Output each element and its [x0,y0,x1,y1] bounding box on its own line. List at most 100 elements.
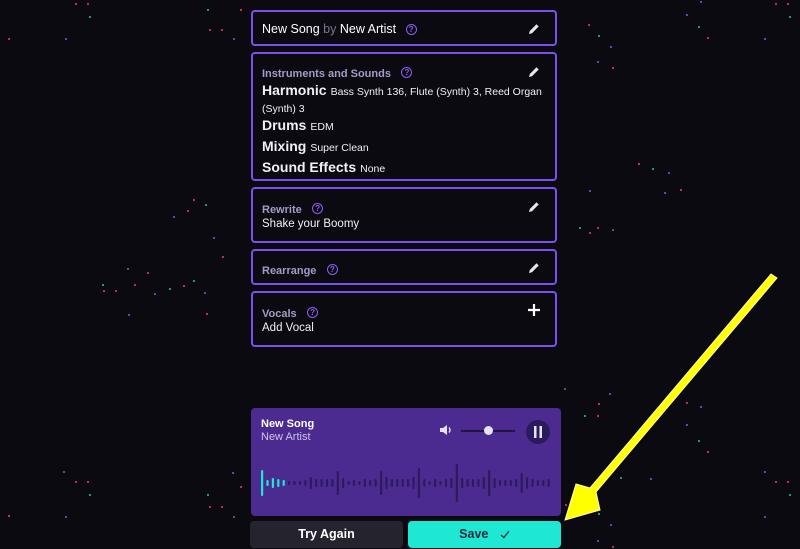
background-dot [707,37,709,39]
pause-button[interactable] [526,420,550,444]
speaker-icon[interactable] [439,424,453,436]
waveform-bar [342,478,345,488]
player-artist: New Artist [261,431,311,443]
save-label: Save [459,527,489,541]
waveform-bar [390,479,393,487]
background-dot [8,38,10,40]
question-circle-icon[interactable]: ? [312,203,324,215]
waveform-bar [288,481,291,485]
waveform-bar [325,479,329,487]
pencil-icon[interactable] [527,22,541,36]
waveform-bar [412,477,415,489]
row-label: Mixing [262,138,307,154]
waveform-bar [358,481,361,485]
waveform-bar [526,477,529,489]
player-song-title: New Song [261,418,315,430]
waveform-bar [504,480,507,486]
waveform-bar [380,471,383,495]
background-dot [698,26,700,28]
background-dot [127,268,129,270]
background-dot [233,516,235,518]
question-circle-icon[interactable]: ? [401,67,413,79]
background-dot [787,481,789,483]
waveform-bar [407,479,410,487]
instrument-row-harmonic: Harmonic Bass Synth 136, Flute (Synth) 3,… [262,81,552,102]
background-dot [222,256,224,258]
background-dot [209,506,211,508]
waveform-bar [363,479,366,487]
background-dot [87,481,89,483]
background-dot [612,546,614,548]
background-dot [638,163,640,165]
checkmark-icon [500,530,510,539]
question-circle-icon[interactable]: ? [405,24,417,36]
background-dot [173,216,175,218]
waveform-bar [493,478,496,488]
song-title: New Song [262,22,320,36]
waveform-bar [542,480,545,486]
background-dot [207,9,209,11]
background-dot [115,290,117,292]
background-dot [700,1,702,3]
waveform-bar [509,480,512,486]
waveform-bar [266,480,269,486]
instruments-title: Instruments and Sounds [262,68,391,80]
waveform-bar [471,479,475,487]
by-label: by [323,22,337,36]
waveform-bar [461,478,464,488]
background-dot [789,16,791,18]
background-dot [154,293,156,295]
waveform-bar [466,479,469,487]
pencil-icon[interactable] [527,65,541,79]
rewrite-card[interactable]: Rewrite ? Shake your Boomy [251,187,557,243]
background-dot [664,192,666,194]
background-dot [65,38,67,40]
waveform-bar [520,473,523,493]
waveform-bar [347,481,350,485]
try-again-button[interactable]: Try Again [250,521,403,548]
add-vocal-link[interactable]: Add Vocal [262,322,314,334]
background-dot [597,540,599,542]
instrument-row-harmonic-cont: (Synth) 3 [262,102,552,116]
question-circle-icon[interactable]: ? [326,264,338,276]
waveform-bar [271,478,274,488]
background-dot [193,199,195,201]
row-label: Drums [262,117,307,133]
row-value: Bass Synth 136, Flute (Synth) 3, Reed Or… [330,86,542,98]
waveform-bar [450,478,453,488]
pencil-icon[interactable] [527,200,541,214]
waveform-bar [515,479,518,487]
waveform-bar [396,479,399,487]
background-dot [65,516,67,518]
waveform-bar [439,481,442,485]
waveform-bar [547,479,550,487]
background-dot [787,3,789,5]
background-dot [206,313,208,315]
waveform-bar [423,479,426,487]
background-dot [87,3,89,5]
vocals-card[interactable]: Vocals ? Add Vocal [251,291,557,347]
waveform-bar [477,479,480,487]
save-button[interactable]: Save [408,521,561,548]
instrument-row-sound-effects: Sound Effects None [262,158,552,179]
pencil-icon[interactable] [527,261,541,275]
background-dot [75,3,77,5]
volume-slider-thumb[interactable] [483,426,493,435]
background-dot [128,314,130,316]
question-circle-icon[interactable]: ? [307,307,319,319]
background-dot [75,481,77,483]
rewrite-header: Rewrite ? [262,200,324,218]
waveform-scrubber[interactable] [261,458,553,508]
rearrange-card[interactable]: Rearrange ? [251,249,557,285]
background-dot [686,14,688,16]
row-label: Harmonic [262,82,327,98]
background-dot [610,46,612,48]
plus-icon[interactable] [527,303,541,317]
background-dot [204,292,206,294]
song-title-card[interactable]: New Song by New Artist ? [251,10,557,46]
waveform-bar [444,479,448,487]
waveform-bar [261,470,264,496]
instrument-row-mixing: Mixing Super Clean [262,137,552,158]
waveform-bar [331,479,334,487]
volume-slider[interactable] [461,426,515,435]
